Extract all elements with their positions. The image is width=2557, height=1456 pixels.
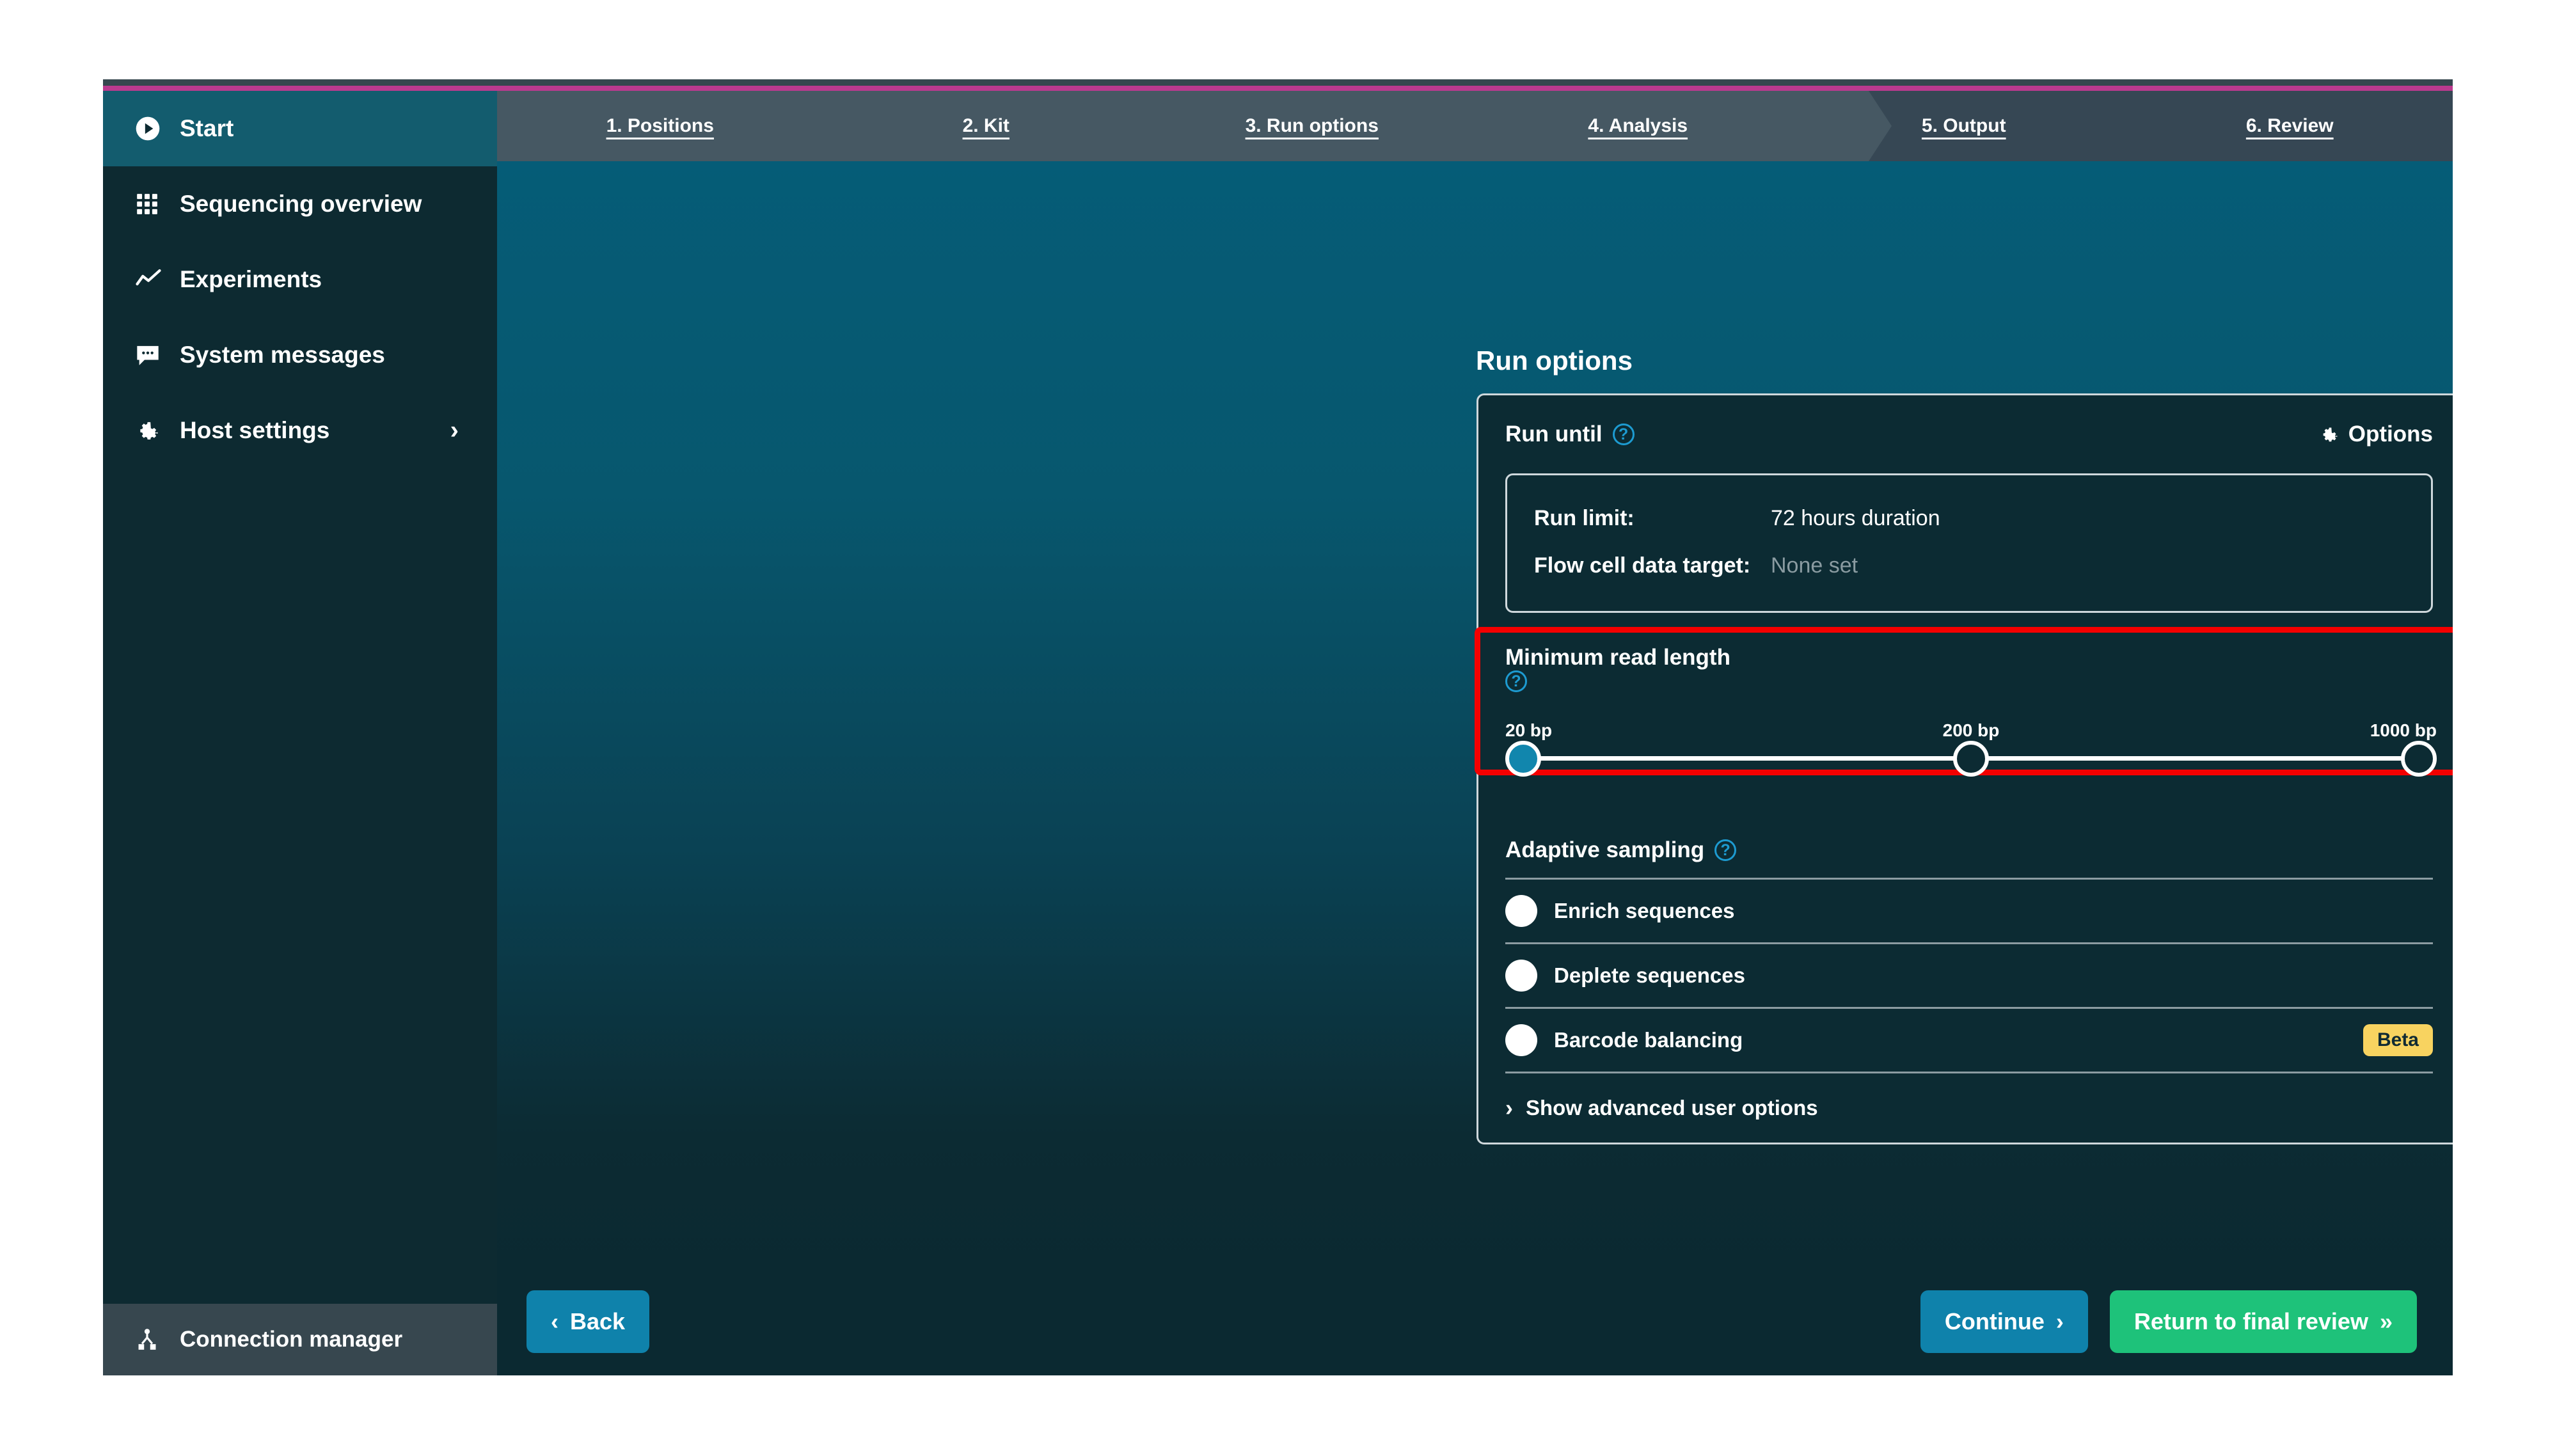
run-limit-card: Run limit: 72 hours duration Flow cell d… <box>1505 473 2433 613</box>
run-limit-key: Run limit: <box>1534 505 1635 530</box>
sidebar-item-sequencing-overview[interactable]: Sequencing overview <box>103 166 497 242</box>
tab-analysis[interactable]: 4. Analysis <box>1475 115 1801 137</box>
tab-positions[interactable]: 1. Positions <box>497 115 823 137</box>
slider-stop-20bp[interactable] <box>1505 741 1541 777</box>
continue-button-label: Continue <box>1944 1308 2045 1334</box>
connection-manager-button[interactable]: Connection manager <box>103 1304 497 1375</box>
chevron-right-icon: › <box>2055 1308 2064 1334</box>
page-title: Run options <box>1476 345 1633 376</box>
magenta-accent-rule <box>103 86 2453 91</box>
help-circle-icon[interactable]: ? <box>1505 670 1527 692</box>
show-advanced-user-options-label: Show advanced user options <box>1526 1096 1818 1120</box>
chevron-left-icon: ‹ <box>551 1308 558 1334</box>
sidebar-item-label: Experiments <box>180 266 322 292</box>
slider-tick-labels: 20 bp 200 bp 1000 bp <box>1505 720 2437 743</box>
slider-stop-200bp[interactable] <box>1953 741 1989 777</box>
sidebar-item-system-messages[interactable]: System messages <box>103 317 497 393</box>
chevron-double-right-icon: » <box>2379 1308 2393 1334</box>
minimum-read-length-section: Minimum read length ? 20 bp 200 bp 1000 … <box>1475 627 2453 806</box>
tab-review[interactable]: 6. Review <box>2127 115 2453 137</box>
adaptive-sampling-header: Adaptive sampling ? <box>1505 823 2433 878</box>
back-button[interactable]: ‹ Back <box>526 1290 650 1353</box>
slider-stop-1000bp[interactable] <box>2401 741 2437 777</box>
footer-right-group: Continue › Return to final review » <box>1920 1290 2417 1353</box>
minimum-read-length-title: Minimum read length <box>1505 645 1730 670</box>
run-until-title-group: Run until ? <box>1505 422 1635 447</box>
return-to-final-review-button[interactable]: Return to final review » <box>2109 1290 2417 1353</box>
show-advanced-user-options-button[interactable]: › Show advanced user options <box>1505 1073 2433 1143</box>
connection-manager-label: Connection manager <box>180 1327 403 1352</box>
chevron-right-icon: › <box>450 416 459 445</box>
message-icon <box>135 342 173 368</box>
continue-button[interactable]: Continue › <box>1920 1290 2088 1353</box>
toggle-knob-icon[interactable] <box>1505 960 1537 992</box>
chevron-right-icon: › <box>1505 1095 1513 1121</box>
toggle-label: Enrich sequences <box>1554 899 1735 922</box>
toggle-left-group: Deplete sequences <box>1505 960 1745 992</box>
adaptive-toggle-enrich-sequences[interactable]: Enrich sequences <box>1505 880 2433 942</box>
slider-label-20bp: 20 bp <box>1505 720 1553 740</box>
toggle-label: Barcode balancing <box>1554 1028 1743 1052</box>
help-circle-icon[interactable]: ? <box>1714 839 1737 861</box>
run-until-title: Run until <box>1505 422 1603 447</box>
content-area: Run options Run until ? Options Run limi… <box>497 161 2453 1268</box>
gear-icon <box>2319 424 2339 445</box>
line-chart-icon <box>135 266 173 293</box>
toggle-left-group: Enrich sequences <box>1505 895 1734 927</box>
slider-label-200bp: 200 bp <box>1942 720 2000 740</box>
toggle-knob-icon[interactable] <box>1505 895 1537 927</box>
slider-label-1000bp: 1000 bp <box>2370 720 2437 740</box>
sidebar-item-label: Sequencing overview <box>180 191 422 217</box>
status-badge: Beta <box>2363 1024 2433 1056</box>
sidebar-item-label: Host settings <box>180 417 330 443</box>
network-node-icon <box>135 1327 173 1352</box>
tab-run-options[interactable]: 3. Run options <box>1149 115 1475 137</box>
help-circle-icon[interactable]: ? <box>1612 423 1635 445</box>
window-body: Start Sequencing overview Experiments Sy… <box>103 91 2453 1375</box>
flow-cell-data-target-row: Flow cell data target: None set <box>1534 542 2404 589</box>
grid-icon <box>135 192 173 216</box>
return-to-final-review-label: Return to final review <box>2133 1308 2368 1334</box>
run-until-header: Run until ? Options <box>1505 395 2433 473</box>
application-window: Start Sequencing overview Experiments Sy… <box>103 79 2453 1375</box>
tab-output[interactable]: 5. Output <box>1801 115 2127 137</box>
sidebar-item-host-settings[interactable]: Host settings › <box>103 393 497 468</box>
adaptive-toggle-barcode-balancing[interactable]: Barcode balancing Beta <box>1505 1009 2433 1072</box>
sidebar-item-label: Start <box>180 115 234 141</box>
sidebar-item-start[interactable]: Start <box>103 91 497 166</box>
wizard-progress-tabbar: 1. Positions 2. Kit 3. Run options 4. An… <box>497 91 2453 161</box>
run-until-options-button[interactable]: Options <box>2319 422 2433 447</box>
sidebar-item-label: System messages <box>180 342 385 368</box>
gear-icon <box>135 418 173 443</box>
run-limit-value: 72 hours duration <box>1771 505 1940 530</box>
toggle-knob-icon[interactable] <box>1505 1024 1537 1056</box>
run-until-options-label: Options <box>2348 422 2433 447</box>
adaptive-toggle-deplete-sequences[interactable]: Deplete sequences <box>1505 944 2433 1007</box>
wizard-tabs: 1. Positions 2. Kit 3. Run options 4. An… <box>497 91 2453 161</box>
flow-cell-data-target-key: Flow cell data target: <box>1534 553 1751 578</box>
main-column: 1. Positions 2. Kit 3. Run options 4. An… <box>497 91 2453 1375</box>
flow-cell-data-target-value: None set <box>1771 553 1858 578</box>
tab-kit[interactable]: 2. Kit <box>823 115 1150 137</box>
back-button-label: Back <box>570 1308 626 1334</box>
run-options-panel: Run until ? Options Run limit: 72 hours … <box>1475 393 2453 1144</box>
minimum-read-length-slider[interactable]: 20 bp 200 bp 1000 bp <box>1505 720 2437 784</box>
minimum-read-length-title-group: Minimum read length ? <box>1505 645 2433 692</box>
play-circle-icon <box>135 116 173 141</box>
adaptive-sampling-section: Adaptive sampling ? Enrich sequences Dep… <box>1505 806 2433 1072</box>
sidebar: Start Sequencing overview Experiments Sy… <box>103 91 497 1375</box>
footer-actions: ‹ Back Continue › Return to final review… <box>497 1268 2453 1375</box>
run-limit-row: Run limit: 72 hours duration <box>1534 495 2404 542</box>
toggle-left-group: Barcode balancing <box>1505 1024 1743 1056</box>
toggle-label: Deplete sequences <box>1554 963 1745 987</box>
window-top-strip <box>103 79 2453 86</box>
sidebar-item-experiments[interactable]: Experiments <box>103 242 497 317</box>
adaptive-sampling-title: Adaptive sampling <box>1505 837 1705 862</box>
